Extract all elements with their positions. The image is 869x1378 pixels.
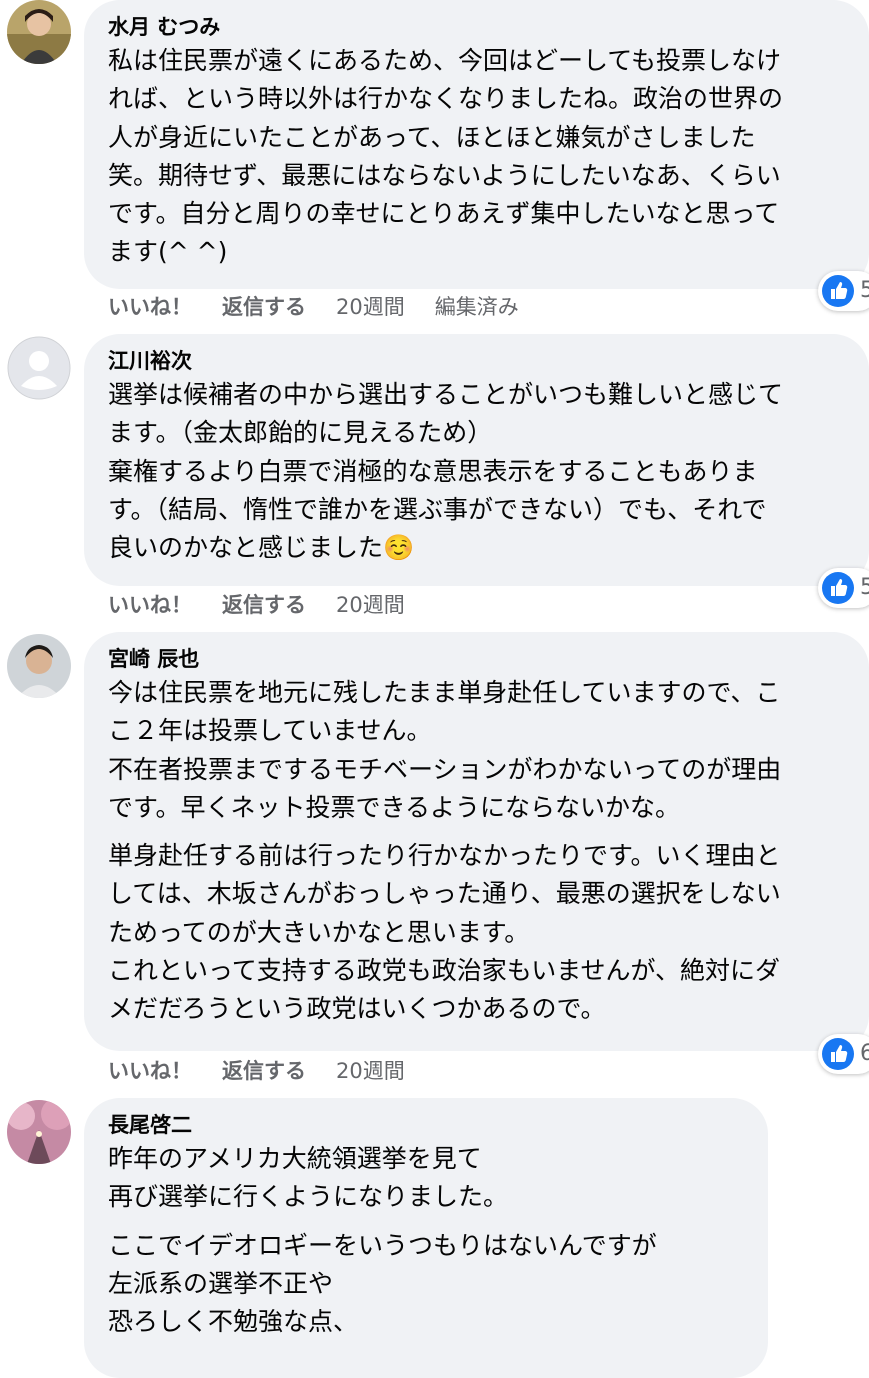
comment-text: 今は住民票を地元に残したまま単身赴任していますので、こ こ２年は投票していません…: [108, 678, 782, 822]
comment-author[interactable]: 宮崎 辰也: [108, 644, 845, 674]
thumbs-up-icon: [822, 1038, 854, 1070]
comment-bubble: 水月 むつみ 私は住民票が遠くにあるため、今回はどーしても投票しなけ れば、とい…: [84, 0, 869, 289]
reaction-badge[interactable]: 5: [818, 271, 869, 311]
comment-bubble: 長尾啓二 昨年のアメリカ大統領選挙を見て 再び選挙に行くようになりました。 ここ…: [84, 1098, 768, 1378]
thumbs-up-icon: [822, 572, 854, 604]
reaction-badge[interactable]: 5: [818, 568, 869, 608]
like-link[interactable]: いいね！: [108, 590, 192, 620]
comment-author[interactable]: 水月 むつみ: [108, 12, 845, 42]
edited-label[interactable]: 編集済み: [435, 292, 519, 322]
comment-text: 昨年のアメリカ大統領選挙を見て 再び選挙に行くようになりました。: [108, 1144, 509, 1212]
thumbs-up-icon: [822, 275, 854, 307]
comment-author[interactable]: 江川裕次: [108, 346, 845, 376]
comment-actions: いいね！ 返信する 20週間 編集済み: [108, 292, 549, 322]
avatar[interactable]: [7, 0, 71, 64]
avatar[interactable]: [7, 634, 71, 698]
timestamp[interactable]: 20週間: [336, 590, 405, 620]
reaction-count: 6: [860, 1041, 869, 1066]
avatar[interactable]: [7, 1100, 71, 1164]
comment-bubble: 宮崎 辰也 今は住民票を地元に残したまま単身赴任していますので、こ こ２年は投票…: [84, 632, 869, 1051]
reply-link[interactable]: 返信する: [222, 292, 306, 322]
comment-text: 単身赴任する前は行ったり行かなかったりです。いく理由と しては、木坂さんがおっし…: [108, 841, 781, 1024]
like-link[interactable]: いいね！: [108, 1056, 192, 1086]
reply-link[interactable]: 返信する: [222, 1056, 306, 1086]
reaction-badge[interactable]: 6: [818, 1034, 869, 1074]
comment-author[interactable]: 長尾啓二: [108, 1110, 744, 1140]
comment-bubble: 江川裕次 選挙は候補者の中から選出することがいつも難しいと感じて ます。（金太郎…: [84, 334, 869, 586]
like-link[interactable]: いいね！: [108, 292, 192, 322]
comment-text: 私は住民票が遠くにあるため、今回はどーしても投票しなけ れば、という時以外は行か…: [108, 46, 784, 267]
avatar[interactable]: [7, 336, 71, 400]
comment-actions: いいね！ 返信する 20週間: [108, 1056, 435, 1086]
timestamp[interactable]: 20週間: [336, 292, 405, 322]
reaction-count: 5: [860, 575, 869, 600]
comment-text: 選挙は候補者の中から選出することがいつも難しいと感じて ます。（金太郎飴的に見え…: [108, 380, 784, 563]
comment-actions: いいね！ 返信する 20週間: [108, 590, 435, 620]
comment-text: ここでイデオロギーをいうつもりはないんですが 左派系の選挙不正や 恐ろしく不勉強…: [108, 1230, 657, 1337]
timestamp[interactable]: 20週間: [336, 1056, 405, 1086]
reaction-count: 5: [860, 278, 869, 303]
reply-link[interactable]: 返信する: [222, 590, 306, 620]
